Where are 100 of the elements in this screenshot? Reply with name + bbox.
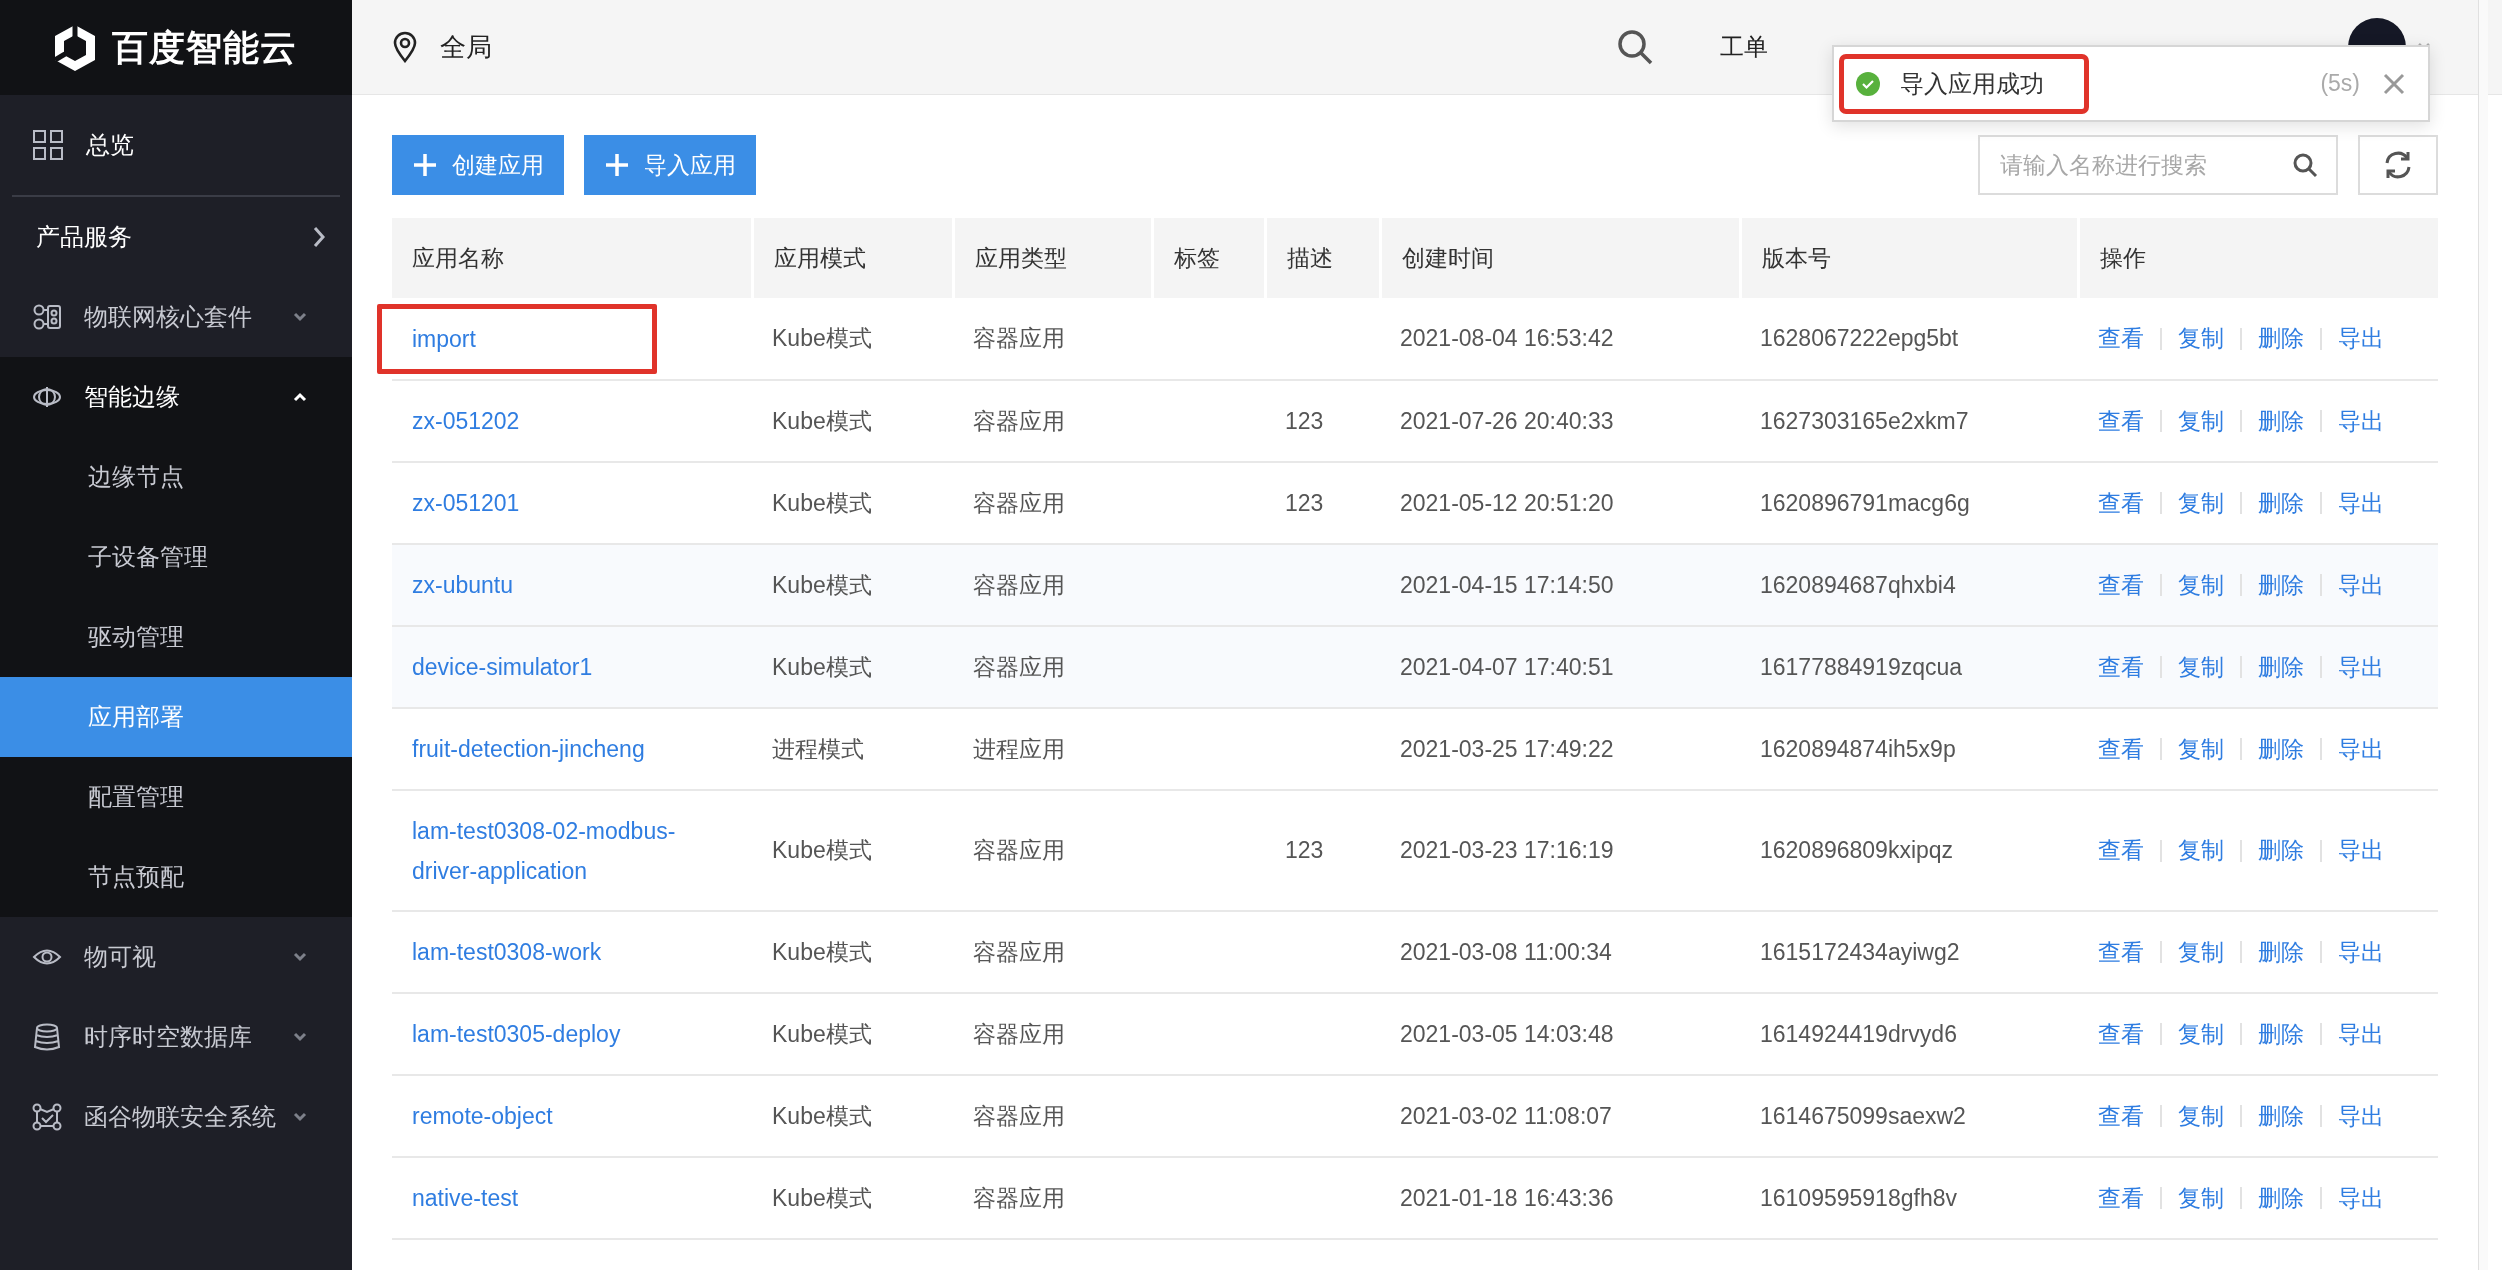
close-button[interactable] — [2382, 71, 2406, 96]
app-name-link[interactable]: lam-test0305-deploy — [412, 1014, 732, 1054]
action-link[interactable]: 导出 — [2338, 1016, 2384, 1052]
table-cell: 1614675099saexw2 — [1760, 1102, 1966, 1129]
chevron-right-icon — [312, 225, 326, 249]
table-cell: Kube模式 — [772, 489, 872, 516]
search-button[interactable] — [1616, 28, 1654, 66]
location-label[interactable]: 全局 — [440, 27, 492, 67]
nav-subitem[interactable]: 驱动管理 — [0, 597, 352, 677]
table-cell: 2021-04-15 17:14:50 — [1400, 571, 1614, 598]
action-link[interactable]: 复制 — [2178, 833, 2224, 868]
action-link[interactable]: 删除 — [2258, 1180, 2304, 1216]
action-link[interactable]: 查看 — [2098, 567, 2144, 603]
nav-item[interactable]: 总览 — [86, 127, 134, 163]
table-cell: 进程模式 — [772, 735, 864, 762]
action-link[interactable]: 删除 — [2258, 934, 2304, 970]
section-title[interactable]: 产品服务 — [36, 219, 132, 255]
action-link[interactable]: 查看 — [2098, 731, 2144, 767]
toolbar-button[interactable]: 创建应用 — [392, 135, 564, 195]
logo-text: 百度智能云 — [112, 25, 297, 70]
nav-group[interactable]: 物联网核心套件 — [0, 277, 352, 357]
app-name-link[interactable]: lam-test0308-work — [412, 932, 732, 972]
app-name-link[interactable]: native-test — [412, 1178, 732, 1218]
table-cell: 进程应用 — [973, 735, 1065, 762]
nav-group-label: 函谷物联安全系统 — [84, 1102, 277, 1132]
app-name-link[interactable]: zx-051202 — [412, 401, 732, 441]
nav-subitem[interactable]: 配置管理 — [0, 757, 352, 837]
scrollbar[interactable] — [2478, 0, 2488, 1270]
action-link[interactable]: 导出 — [2338, 321, 2384, 356]
nav-group[interactable]: 函谷物联安全系统 — [0, 1077, 352, 1157]
action-link[interactable]: 导出 — [2338, 567, 2384, 603]
action-link[interactable]: 查看 — [2098, 649, 2144, 685]
action-link[interactable]: 复制 — [2178, 649, 2224, 685]
table-cell: 16177884919zqcua — [1760, 653, 1963, 680]
app-name-link[interactable]: import — [412, 318, 732, 359]
action-link[interactable]: 查看 — [2098, 934, 2144, 970]
action-link[interactable]: 查看 — [2098, 1016, 2144, 1052]
nav-group[interactable]: 智能边缘 — [0, 357, 352, 437]
nav-subitem[interactable]: 应用部署 — [0, 677, 352, 757]
action-link[interactable]: 导出 — [2338, 1098, 2384, 1134]
action-link[interactable]: 删除 — [2258, 321, 2304, 356]
action-link[interactable]: 查看 — [2098, 321, 2144, 356]
action-link[interactable]: 复制 — [2178, 567, 2224, 603]
table-cell: Kube模式 — [772, 653, 872, 680]
app-name-link[interactable]: fruit-detection-jincheng — [412, 729, 732, 769]
app-name-link[interactable]: device-simulator1 — [412, 647, 732, 687]
nav-group[interactable]: 时序时空数据库 — [0, 997, 352, 1077]
table-cell: 1620894687qhxbi4 — [1760, 571, 1956, 598]
action-link[interactable]: 导出 — [2338, 1180, 2384, 1216]
action-link[interactable]: 导出 — [2338, 485, 2384, 521]
action-link[interactable]: 导出 — [2338, 403, 2384, 439]
app-name-link[interactable]: lam-test0308-02-modbus-driver-application — [412, 810, 732, 891]
action-link[interactable]: 复制 — [2178, 485, 2224, 521]
action-link[interactable]: 复制 — [2178, 1098, 2224, 1134]
action-link[interactable]: 导出 — [2338, 833, 2384, 868]
header-link[interactable]: 工单 — [1720, 29, 1768, 65]
action-link[interactable]: 删除 — [2258, 1098, 2304, 1134]
action-link[interactable]: 删除 — [2258, 731, 2304, 767]
action-link[interactable]: 查看 — [2098, 1180, 2144, 1216]
action-link[interactable]: 查看 — [2098, 403, 2144, 439]
table-cell: 123 — [1285, 489, 1324, 516]
action-link[interactable]: 导出 — [2338, 649, 2384, 685]
action-link[interactable]: 查看 — [2098, 485, 2144, 521]
action-link[interactable]: 复制 — [2178, 1180, 2224, 1216]
table-cell: Kube模式 — [772, 837, 872, 864]
plus-icon — [604, 152, 630, 178]
action-link[interactable]: 查看 — [2098, 1098, 2144, 1134]
action-link[interactable]: 复制 — [2178, 934, 2224, 970]
logo-icon — [52, 22, 98, 73]
nav-subitem[interactable]: 子设备管理 — [0, 517, 352, 597]
action-link[interactable]: 复制 — [2178, 321, 2224, 356]
nav-subitem[interactable]: 节点预配 — [0, 837, 352, 917]
action-link[interactable]: 删除 — [2258, 485, 2304, 521]
app-name-link[interactable]: remote-object — [412, 1096, 732, 1136]
action-link[interactable]: 删除 — [2258, 1016, 2304, 1052]
action-link[interactable]: 复制 — [2178, 731, 2224, 767]
refresh-button[interactable] — [2358, 135, 2438, 195]
table-cell: 容器应用 — [973, 407, 1065, 434]
table-cell: 容器应用 — [973, 489, 1065, 516]
action-link[interactable]: 删除 — [2258, 649, 2304, 685]
nav-subitem[interactable]: 边缘节点 — [0, 437, 352, 517]
action-link[interactable]: 复制 — [2178, 1016, 2224, 1052]
app-name-link[interactable]: zx-051201 — [412, 483, 732, 523]
action-link[interactable]: 复制 — [2178, 403, 2224, 439]
table-cell: Kube模式 — [772, 1184, 872, 1211]
action-link[interactable]: 删除 — [2258, 833, 2304, 868]
table-cell: 2021-01-18 16:43:36 — [1400, 1184, 1614, 1211]
table-cell: 1628067222epg5bt — [1760, 325, 1959, 352]
search-icon — [2292, 152, 2318, 178]
action-link[interactable]: 删除 — [2258, 567, 2304, 603]
action-link[interactable]: 导出 — [2338, 934, 2384, 970]
toolbar-button[interactable]: 导入应用 — [584, 135, 756, 195]
action-link[interactable]: 查看 — [2098, 833, 2144, 868]
nav-group-label: 物联网核心套件 — [84, 302, 253, 332]
search-field[interactable]: 请输入名称进行搜索 — [1978, 135, 2338, 195]
nav-group[interactable]: 物可视 — [0, 917, 352, 997]
action-link[interactable]: 导出 — [2338, 731, 2384, 767]
action-link[interactable]: 删除 — [2258, 403, 2304, 439]
table-cell: 1615172434ayiwg2 — [1760, 938, 1960, 965]
app-name-link[interactable]: zx-ubuntu — [412, 565, 732, 605]
